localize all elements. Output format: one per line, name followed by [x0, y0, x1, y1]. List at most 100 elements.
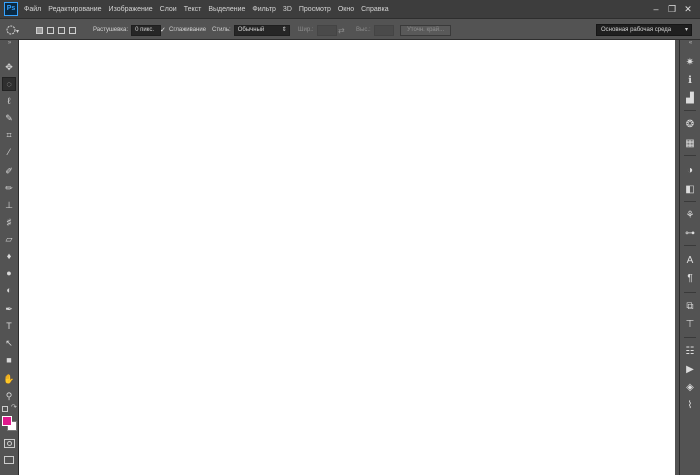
menu-layers[interactable]: Слои [160, 6, 177, 13]
menu-image[interactable]: Изображение [109, 6, 153, 13]
healing-brush-tool[interactable]: ✐ [2, 164, 16, 178]
menu-help[interactable]: Справка [361, 6, 388, 13]
height-group: Выс.: [356, 19, 394, 41]
pen-tool-icon: ✒ [5, 304, 13, 314]
swap-colors-icon[interactable]: ↷ [11, 404, 17, 412]
paths-icon[interactable]: ⌇ [683, 399, 697, 413]
new-selection-icon[interactable] [36, 26, 43, 34]
antialias-group: ✓ Сглаживание [160, 19, 206, 41]
height-input[interactable] [373, 24, 394, 36]
brush-tool-icon: ✏ [5, 183, 13, 193]
menu-type[interactable]: Текст [184, 6, 202, 13]
quick-select-tool-icon: ✎ [5, 113, 13, 123]
paint-bucket-tool[interactable]: ♦ [2, 249, 16, 263]
swatches-icon[interactable]: ▦ [683, 137, 697, 151]
3d-icon[interactable]: ⊤ [683, 318, 697, 332]
blur-tool[interactable]: ● [2, 266, 16, 280]
panel-dock: « ✷ ℹ ▟ ❂ ▦ ◑ ◧ ⚘ ⊶ A ¶ ⧉ ⊤ ☷ ▶ ◈ ⌇ [679, 40, 700, 475]
eraser-tool[interactable]: ▱ [2, 232, 16, 246]
color-icon[interactable]: ❂ [683, 118, 697, 132]
type-tool[interactable]: T [2, 319, 16, 333]
menu-view[interactable]: Просмотр [299, 6, 331, 13]
minimize-icon[interactable]: – [650, 3, 662, 15]
paragraph-icon[interactable]: ¶ [683, 272, 697, 286]
workspace-wrap: Основная рабочая среда [596, 19, 692, 41]
marquee-tool[interactable]: ◌ [2, 77, 16, 91]
menu-edit[interactable]: Редактирование [48, 6, 101, 13]
close-icon[interactable]: ✕ [682, 3, 694, 15]
layers-icon[interactable]: ◈ [683, 381, 697, 395]
marquee-tool-icon: ◌ [6, 79, 12, 89]
panel-divider [684, 292, 696, 293]
info-icon[interactable]: ℹ [683, 74, 697, 88]
brush-tool[interactable]: ✏ [2, 181, 16, 195]
zoom-tool-icon: ⚲ [5, 391, 13, 401]
restore-icon[interactable]: ❐ [666, 3, 678, 15]
lasso-tool-icon: ℓ [7, 96, 11, 106]
quick-select-tool[interactable]: ✎ [2, 111, 16, 125]
rectangle-tool[interactable]: ■ [2, 353, 16, 367]
screen-mode-icon[interactable] [4, 456, 14, 464]
workspace-select[interactable]: Основная рабочая среда [596, 24, 692, 36]
svg-text:▾: ▾ [16, 29, 19, 35]
width-label: Шир.: [298, 27, 314, 33]
brush-presets-icon[interactable]: ⚘ [683, 209, 697, 223]
move-tool[interactable]: ✥ [2, 60, 16, 74]
lasso-tool[interactable]: ℓ [2, 94, 16, 108]
style-select[interactable]: Обычный ⇕ [233, 24, 290, 36]
intersect-selection-icon[interactable] [69, 26, 76, 34]
chevron-down-icon: ⇕ [281, 26, 287, 33]
collapse-arrows-icon[interactable]: » [0, 40, 19, 46]
antialias-checkbox[interactable]: ✓ [160, 27, 167, 34]
histogram-icon[interactable]: ▟ [683, 92, 697, 106]
menu-3d[interactable]: 3D [283, 6, 292, 13]
antialias-label: Сглаживание [169, 27, 207, 33]
quick-mask-icon[interactable] [4, 439, 15, 448]
path-select-tool-icon: ↖ [5, 338, 13, 348]
menu-file[interactable]: Файл [24, 6, 41, 13]
add-selection-icon[interactable] [47, 26, 54, 34]
panel-divider [684, 110, 696, 111]
tool-presets-icon[interactable]: ⊶ [683, 227, 697, 241]
properties-icon[interactable]: ☷ [683, 345, 697, 359]
menu-select[interactable]: Выделение [208, 6, 245, 13]
dodge-tool-icon: ◐ [6, 285, 12, 295]
crop-tool[interactable]: ⌗ [2, 128, 16, 142]
expand-panels-icon[interactable]: « [680, 40, 700, 46]
document-canvas[interactable] [19, 40, 675, 475]
clone-source-icon[interactable]: ⧉ [683, 300, 697, 314]
zoom-tool[interactable]: ⚲ [2, 389, 16, 403]
healing-brush-tool-icon: ✐ [5, 166, 13, 176]
marquee-preset-icon: ▾ [6, 25, 19, 35]
actions-icon[interactable]: ▶ [683, 363, 697, 377]
adjustments-icon[interactable]: ◑ [683, 164, 697, 178]
menu-window[interactable]: Окно [338, 6, 354, 13]
eraser-tool-icon: ▱ [5, 234, 13, 244]
subtract-selection-icon[interactable] [58, 26, 65, 34]
path-select-tool[interactable]: ↖ [2, 336, 16, 350]
refine-edge-wrap: Уточн. край... [400, 19, 452, 41]
paint-bucket-tool-icon: ♦ [6, 251, 12, 261]
menu-filter[interactable]: Фильтр [252, 6, 276, 13]
photoshop-logo: Ps [4, 2, 18, 16]
character-icon[interactable]: A [683, 254, 697, 268]
width-input[interactable] [316, 24, 337, 36]
hand-tool-icon: ✋ [3, 374, 15, 384]
pen-tool[interactable]: ✒ [2, 302, 16, 316]
refine-edge-button[interactable]: Уточн. край... [400, 24, 452, 36]
blur-tool-icon: ● [6, 268, 12, 278]
width-group: Шир.: [298, 19, 337, 41]
foreground-color-swatch[interactable] [2, 416, 12, 426]
hand-tool[interactable]: ✋ [2, 372, 16, 386]
eyedropper-tool[interactable]: ⁄ [2, 145, 16, 159]
history-brush-tool[interactable]: ♯ [2, 215, 16, 229]
clone-stamp-tool[interactable]: ⊥ [2, 198, 16, 212]
tool-preset-picker[interactable]: ▾ [6, 19, 20, 41]
clone-stamp-tool-icon: ⊥ [5, 200, 13, 210]
dodge-tool[interactable]: ◐ [2, 283, 16, 297]
swap-dimensions-icon[interactable]: ⇄ [338, 19, 345, 41]
navigator-icon[interactable]: ✷ [683, 56, 697, 70]
default-colors-icon[interactable] [2, 406, 8, 412]
styles-icon[interactable]: ◧ [683, 183, 697, 197]
feather-input[interactable]: 0 пикс. [131, 24, 162, 36]
